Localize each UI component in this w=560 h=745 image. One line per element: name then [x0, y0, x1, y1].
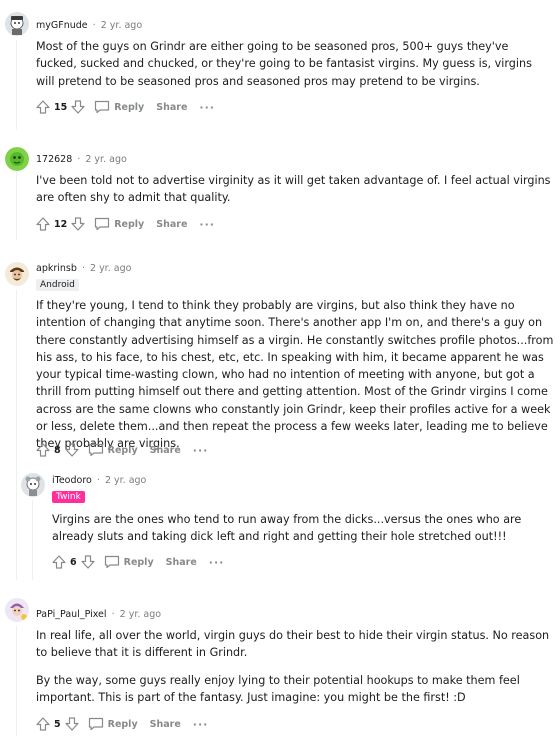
more-options-icon[interactable]: ··· [193, 444, 209, 457]
separator-dot: · [81, 263, 85, 274]
comment-header: apkrinsb · 2 yr. ago [36, 263, 131, 274]
share-button[interactable]: Share [150, 719, 181, 730]
upvote-icon[interactable] [35, 99, 51, 115]
comment-age: 2 yr. ago [85, 154, 127, 165]
comment-header: iTeodoro · 2 yr. ago [52, 475, 146, 486]
comment-age: 2 yr. ago [119, 609, 162, 620]
comment-actions: 8 Reply Share ··· [35, 442, 208, 458]
downvote-icon[interactable] [70, 216, 86, 232]
share-button[interactable]: Share [156, 102, 187, 113]
thread-line[interactable] [16, 290, 17, 580]
separator-dot: · [92, 20, 96, 31]
comment-actions: 5 Reply Share ··· [35, 716, 208, 732]
comment-actions: 15 Reply Share ··· [35, 99, 215, 115]
upvote-icon[interactable] [35, 716, 51, 732]
upvote-icon[interactable] [35, 216, 51, 232]
downvote-icon[interactable] [80, 554, 96, 570]
author-name[interactable]: apkrinsb [36, 263, 77, 274]
comment-bubble-icon [94, 216, 110, 232]
comment-body: Virgins are the ones who tend to run awa… [52, 511, 552, 546]
comment-paragraph: I've been told not to advertise virginit… [36, 174, 551, 205]
reply-button[interactable]: Reply [88, 716, 138, 732]
downvote-icon[interactable] [64, 716, 80, 732]
downvote-icon[interactable] [70, 99, 86, 115]
more-options-icon[interactable]: ··· [199, 101, 215, 114]
separator-dot: · [77, 154, 81, 165]
vote-score: 8 [54, 444, 61, 456]
more-options-icon[interactable]: ··· [193, 718, 209, 731]
comment-header: PaPi_Paul_Pixel · 2 yr. ago [36, 609, 161, 620]
comment-paragraph: By the way, some guys really enjoy lying… [36, 673, 520, 704]
vote-score: 6 [70, 556, 77, 568]
comment-body: I've been told not to advertise virginit… [36, 172, 551, 207]
comment-header: myGFnude · 2 yr. ago [36, 20, 142, 31]
thread-line[interactable] [16, 172, 17, 240]
reply-label: Reply [123, 556, 154, 568]
user-avatar[interactable] [5, 598, 29, 622]
user-avatar[interactable] [5, 12, 29, 36]
share-button[interactable]: Share [156, 219, 187, 230]
comment-paragraph: In real life, all over the world, virgin… [36, 629, 550, 660]
comment-body: Most of the guys on Grindr are either go… [36, 38, 551, 90]
reply-button[interactable]: Reply [94, 216, 144, 232]
thread-line[interactable] [16, 626, 17, 736]
reply-label: Reply [114, 101, 145, 113]
share-button[interactable]: Share [150, 445, 181, 456]
comment-paragraph: If they're young, I tend to think they p… [36, 299, 554, 451]
comment-age: 2 yr. ago [100, 20, 143, 31]
more-options-icon[interactable]: ··· [199, 218, 215, 231]
reply-label: Reply [107, 444, 138, 456]
downvote-icon[interactable] [64, 442, 80, 458]
comment-age: 2 yr. ago [90, 263, 132, 274]
user-flair: Android [36, 279, 79, 291]
author-name[interactable]: PaPi_Paul_Pixel [36, 609, 107, 620]
user-avatar[interactable] [21, 473, 45, 497]
comment-paragraph: Most of the guys on Grindr are either go… [36, 40, 532, 88]
user-avatar[interactable] [5, 262, 29, 286]
upvote-icon[interactable] [51, 554, 67, 570]
user-flair: Twink [52, 491, 85, 503]
author-name[interactable]: myGFnude [36, 20, 88, 31]
comment-age: 2 yr. ago [104, 475, 147, 486]
thread-line[interactable] [32, 500, 33, 580]
more-options-icon[interactable]: ··· [209, 556, 225, 569]
comment-actions: 6 Reply Share ··· [51, 554, 224, 570]
reply-label: Reply [107, 718, 138, 730]
comment-actions: 12 Reply Share ··· [35, 216, 215, 232]
author-name[interactable]: iTeodoro [52, 475, 92, 486]
comment-paragraph: Virgins are the ones who tend to run awa… [52, 513, 522, 544]
vote-score: 12 [54, 218, 68, 230]
separator-dot: · [96, 475, 100, 486]
comment-header: 172628 · 2 yr. ago [36, 154, 127, 165]
comment-bubble-icon [88, 716, 104, 732]
comment-body: In real life, all over the world, virgin… [36, 627, 551, 706]
user-avatar[interactable] [5, 147, 29, 171]
vote-score: 15 [54, 101, 68, 113]
upvote-icon[interactable] [35, 442, 51, 458]
reply-button[interactable]: Reply [104, 554, 154, 570]
reply-label: Reply [114, 218, 145, 230]
comment-bubble-icon [94, 99, 110, 115]
comment-thread: myGFnude · 2 yr. ago Most of the guys on… [0, 0, 560, 745]
separator-dot: · [111, 609, 115, 620]
comment-body: If they're young, I tend to think they p… [36, 297, 554, 453]
reply-button[interactable]: Reply [94, 99, 144, 115]
comment-bubble-icon [88, 442, 104, 458]
comment-bubble-icon [104, 554, 120, 570]
share-button[interactable]: Share [166, 557, 197, 568]
author-name[interactable]: 172628 [36, 154, 72, 165]
thread-line[interactable] [16, 40, 17, 130]
reply-button[interactable]: Reply [88, 442, 138, 458]
vote-score: 5 [54, 718, 61, 730]
